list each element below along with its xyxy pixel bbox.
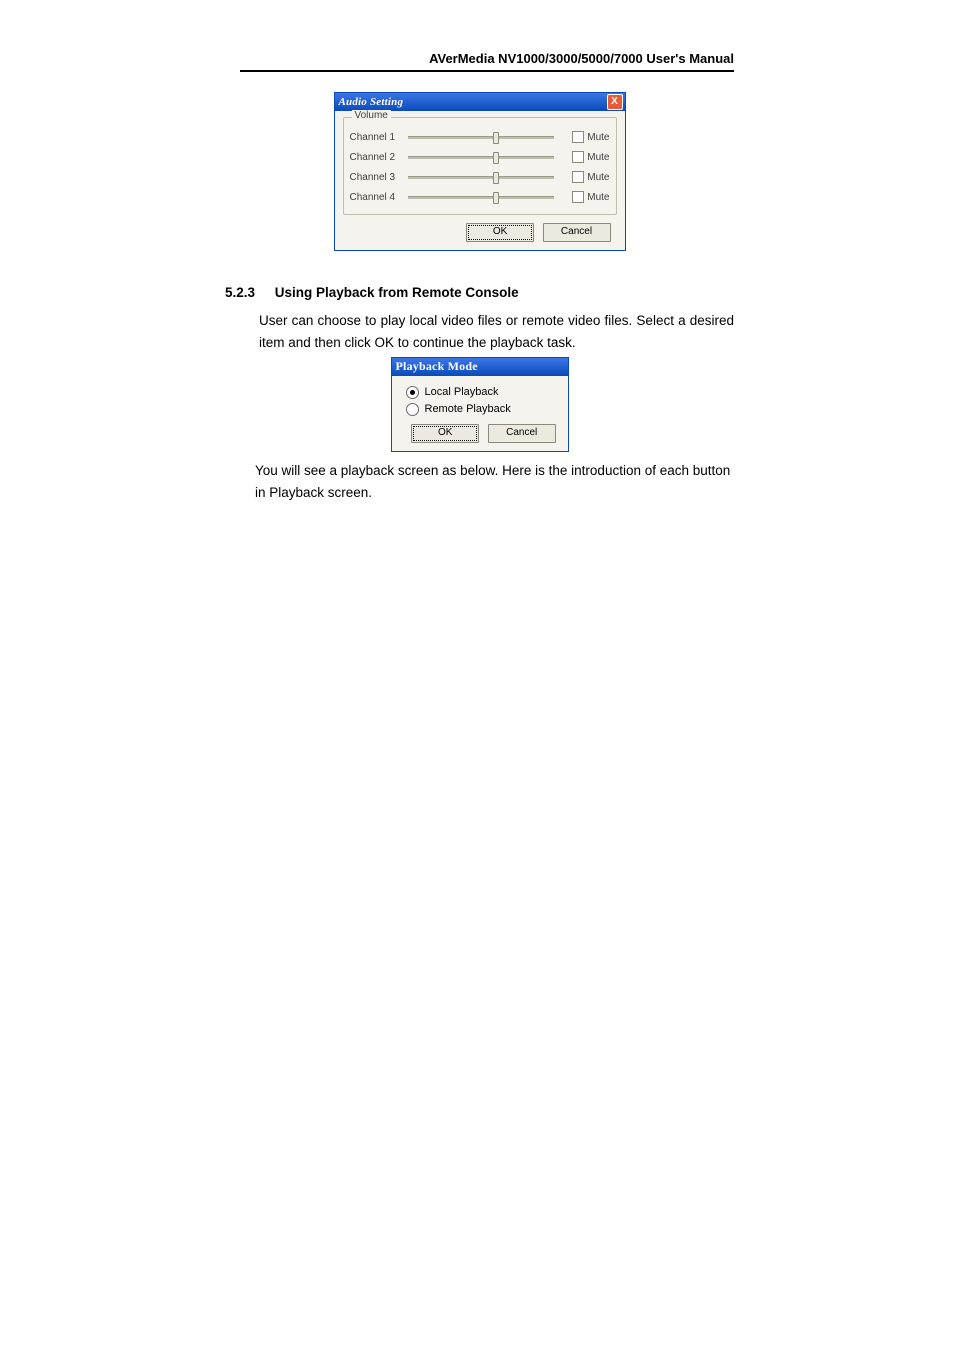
dialog-title: Playback Mode xyxy=(392,358,568,376)
content-area: Audio Setting X Volume Channel 1 Mute xyxy=(225,92,734,504)
volume-groupbox: Volume Channel 1 Mute Channel xyxy=(343,117,617,215)
mute-control: Mute xyxy=(572,131,609,143)
radio-label: Remote Playback xyxy=(425,403,511,415)
radio-row-remote[interactable]: Remote Playback xyxy=(406,403,558,416)
slider-thumb[interactable] xyxy=(493,152,499,164)
slider-thumb[interactable] xyxy=(493,192,499,204)
mute-control: Mute xyxy=(572,171,609,183)
mute-label: Mute xyxy=(587,192,609,203)
slider-track xyxy=(408,176,555,179)
slider-thumb[interactable] xyxy=(493,132,499,144)
ok-button[interactable]: OK xyxy=(411,424,479,443)
volume-slider[interactable] xyxy=(408,131,555,143)
volume-slider[interactable] xyxy=(408,191,555,203)
mute-checkbox[interactable] xyxy=(572,171,584,183)
mute-control: Mute xyxy=(572,191,609,203)
radio-icon[interactable] xyxy=(406,403,419,416)
mute-checkbox[interactable] xyxy=(572,191,584,203)
channel-row: Channel 1 Mute xyxy=(350,130,610,144)
audio-setting-dialog: Audio Setting X Volume Channel 1 Mute xyxy=(334,92,626,251)
dialog-titlebar: Audio Setting X xyxy=(335,93,625,111)
mute-label: Mute xyxy=(587,132,609,143)
volume-slider[interactable] xyxy=(408,171,555,183)
close-icon[interactable]: X xyxy=(607,94,623,110)
mute-checkbox[interactable] xyxy=(572,151,584,163)
channel-label: Channel 1 xyxy=(350,132,402,143)
section-heading: 5.2.3 Using Playback from Remote Console xyxy=(225,285,734,300)
mute-label: Mute xyxy=(587,172,609,183)
channel-row: Channel 3 Mute xyxy=(350,170,610,184)
volume-slider[interactable] xyxy=(408,151,555,163)
dialog-body: Local Playback Remote Playback OK Cancel xyxy=(392,376,568,451)
cancel-button[interactable]: Cancel xyxy=(543,223,611,242)
playback-mode-dialog: Playback Mode Local Playback Remote Play… xyxy=(391,357,569,452)
mute-label: Mute xyxy=(587,152,609,163)
section-title: Using Playback from Remote Console xyxy=(275,285,519,300)
slider-track xyxy=(408,136,555,139)
channel-label: Channel 2 xyxy=(350,152,402,163)
channel-row: Channel 2 Mute xyxy=(350,150,610,164)
slider-track xyxy=(408,196,555,199)
radio-row-local[interactable]: Local Playback xyxy=(406,386,558,399)
ok-button[interactable]: OK xyxy=(466,223,534,242)
cancel-button[interactable]: Cancel xyxy=(488,424,556,443)
document-page: AVerMedia NV1000/3000/5000/7000 User's M… xyxy=(0,0,954,544)
slider-track xyxy=(408,156,555,159)
channel-row: Channel 4 Mute xyxy=(350,190,610,204)
groupbox-legend: Volume xyxy=(352,110,391,121)
dialog-button-row: OK Cancel xyxy=(343,221,617,242)
mute-checkbox[interactable] xyxy=(572,131,584,143)
radio-icon[interactable] xyxy=(406,386,419,399)
section-paragraph: User can choose to play local video file… xyxy=(259,310,734,355)
mute-control: Mute xyxy=(572,151,609,163)
section-number: 5.2.3 xyxy=(225,285,271,300)
page-header-rule: AVerMedia NV1000/3000/5000/7000 User's M… xyxy=(240,50,734,72)
channel-label: Channel 3 xyxy=(350,172,402,183)
dialog-button-row: OK Cancel xyxy=(406,422,558,443)
dialog-title: Audio Setting xyxy=(339,96,404,108)
page-header-title: AVerMedia NV1000/3000/5000/7000 User's M… xyxy=(429,51,734,66)
section-paragraph: You will see a playback screen as below.… xyxy=(255,460,734,505)
dialog-body: Volume Channel 1 Mute Channel xyxy=(335,111,625,250)
radio-label: Local Playback xyxy=(425,386,499,398)
channel-label: Channel 4 xyxy=(350,192,402,203)
slider-thumb[interactable] xyxy=(493,172,499,184)
